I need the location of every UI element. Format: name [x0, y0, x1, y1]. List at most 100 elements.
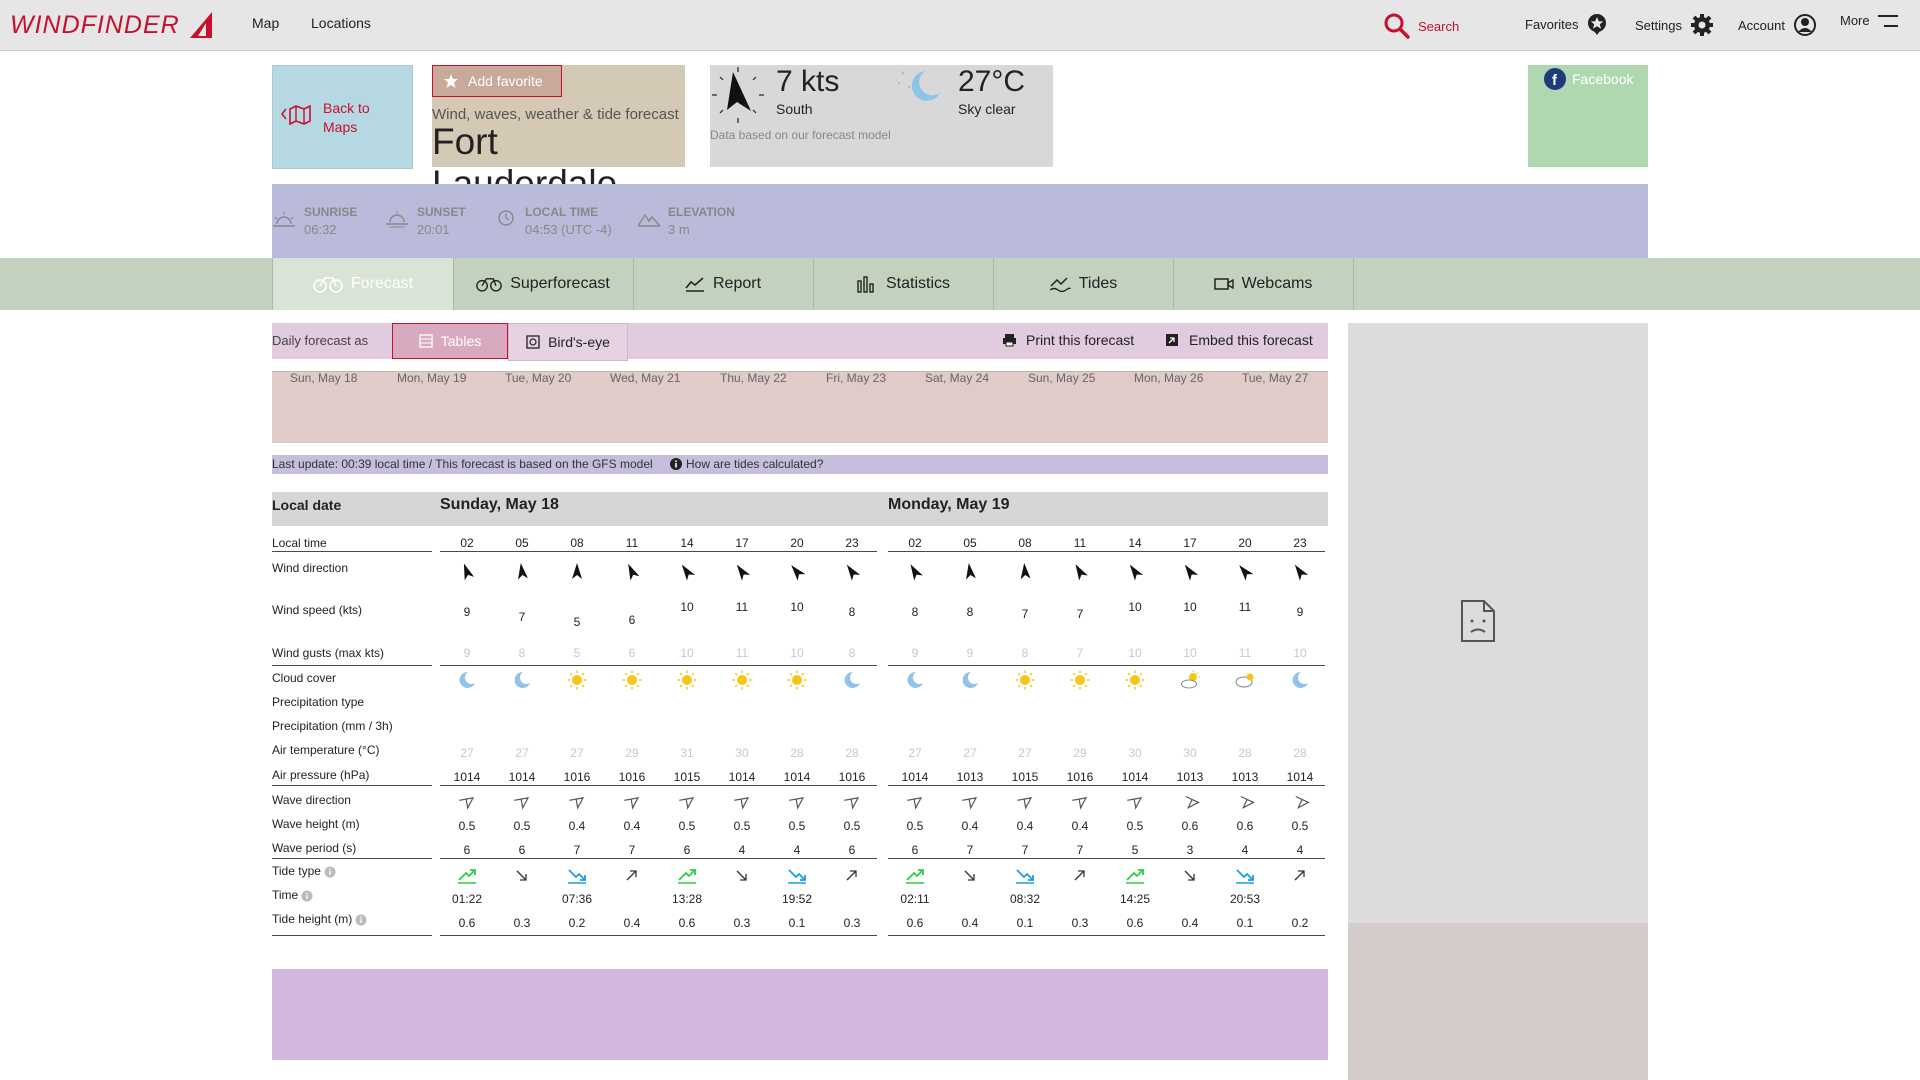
time-cell: 02 — [908, 536, 922, 550]
cloud-cover-sun-icon — [622, 670, 642, 690]
back-label-line1: Back to — [323, 100, 370, 116]
tide-low-icon — [568, 869, 586, 884]
wave-direction-icon — [679, 797, 695, 810]
settings-button[interactable]: Settings — [1635, 13, 1714, 37]
time-cell: 23 — [845, 536, 859, 550]
tables-view-button[interactable]: Tables — [392, 323, 508, 359]
sunset-value: 20:01 — [417, 222, 450, 237]
ad-sidebar — [1348, 323, 1648, 923]
tide-height-cell: 0.2 — [568, 916, 586, 930]
pressure-cell: 1015 — [673, 770, 701, 784]
facebook-button[interactable]: f Facebook — [1544, 68, 1633, 90]
info-icon[interactable] — [301, 890, 313, 902]
pressure-cell: 1014 — [901, 770, 929, 784]
wave-direction-icon — [1240, 795, 1255, 809]
tab-report[interactable]: Report — [633, 258, 814, 310]
tab-statistics[interactable]: Statistics — [813, 258, 994, 310]
cloud-cover-sun-icon — [677, 670, 697, 690]
favorites-button[interactable]: Favorites — [1525, 13, 1608, 35]
logo-text: WINDFINDER — [10, 10, 180, 39]
day-tab[interactable]: Tue, May 27 — [1242, 371, 1308, 385]
tide-height-cell: 0.6 — [906, 916, 924, 930]
air-temp-cell: 30 — [1183, 746, 1197, 760]
cloud-cover-sun-icon — [732, 670, 752, 690]
row-label-tide-height: Tide height (m) — [272, 912, 367, 926]
wave-direction-icon — [907, 797, 923, 810]
wave-height-cell: 0.5 — [458, 819, 476, 833]
air-temp-cell: 28 — [790, 746, 804, 760]
air-temp-cell: 27 — [963, 746, 977, 760]
day-tab[interactable]: Fri, May 23 — [826, 371, 886, 385]
tide-falling-icon — [736, 870, 747, 881]
nav-link-map[interactable]: Map — [252, 15, 279, 31]
time-cell: 08 — [1018, 536, 1032, 550]
day-tab[interactable]: Wed, May 21 — [610, 371, 680, 385]
ad-sidebar-bottom — [1348, 923, 1648, 1080]
wind-direction-arrow-icon — [1294, 564, 1309, 581]
table-divider — [272, 858, 432, 859]
wind-direction-arrow-icon — [910, 564, 923, 581]
wind-direction-arrow-icon — [736, 564, 751, 581]
cloud-cover-sun-icon — [1015, 670, 1035, 690]
wave-direction-icon — [459, 797, 475, 810]
wind-speed-cell: 9 — [463, 605, 471, 619]
info-icon[interactable] — [324, 866, 336, 878]
wave-period-cell: 6 — [683, 843, 691, 857]
top-navbar: WINDFINDER Map Locations Search Favorite… — [0, 0, 1920, 51]
table-divider — [272, 551, 432, 552]
tide-time-cell: 07:36 — [561, 892, 593, 906]
forecast-toolbar: Daily forecast as Tables Bird's-eye Prin… — [272, 323, 1328, 361]
info-icon[interactable] — [355, 914, 367, 926]
windfinder-logo[interactable]: WINDFINDER — [10, 9, 216, 41]
cloud-cover-cloud-sun-icon — [1235, 673, 1254, 688]
day-tab[interactable]: Sun, May 25 — [1028, 371, 1095, 385]
day-tab[interactable]: Thu, May 22 — [720, 371, 787, 385]
time-cell: 05 — [963, 536, 977, 550]
back-to-maps-button[interactable]: Back to Maps — [272, 65, 413, 169]
tide-high-icon — [906, 869, 924, 884]
embed-forecast-button[interactable]: Embed this forecast — [1165, 332, 1313, 348]
tab-forecast[interactable]: Forecast — [272, 258, 454, 310]
air-temp-cell: 27 — [908, 746, 922, 760]
day-tab[interactable]: Sun, May 18 — [290, 371, 357, 385]
day-tab[interactable]: Sat, May 24 — [925, 371, 989, 385]
tab-tides[interactable]: Tides — [993, 258, 1174, 310]
time-cell: 02 — [460, 536, 474, 550]
tides-info-link[interactable]: How are tides calculated? — [670, 457, 823, 471]
nav-link-locations[interactable]: Locations — [311, 15, 371, 31]
cloud-cover-moon-icon — [844, 671, 860, 688]
wind-gust-cell: 11 — [735, 646, 749, 660]
print-forecast-button[interactable]: Print this forecast — [1002, 332, 1134, 348]
facebook-label: Facebook — [1572, 71, 1634, 87]
table-divider — [888, 858, 1325, 859]
air-temp-cell: 29 — [625, 746, 639, 760]
pressure-cell: 1014 — [1121, 770, 1149, 784]
account-button[interactable]: Account — [1738, 13, 1817, 37]
account-label: Account — [1738, 17, 1785, 33]
tide-low-icon — [1236, 869, 1254, 884]
tab-superforecast[interactable]: Superforecast — [453, 258, 634, 310]
search-button[interactable]: Search — [1384, 13, 1459, 39]
print-label: Print this forecast — [1026, 332, 1135, 348]
wind-speed-cell: 8 — [911, 605, 919, 619]
day-tab[interactable]: Tue, May 20 — [505, 371, 571, 385]
tide-height-cell: 0.4 — [1181, 916, 1199, 930]
wave-height-cell: 0.5 — [906, 819, 924, 833]
air-temp-cell: 27 — [515, 746, 529, 760]
sunset-icon — [386, 211, 408, 228]
wave-height-cell: 0.5 — [1126, 819, 1144, 833]
wind-compass-icon — [712, 67, 764, 123]
add-favorite-button[interactable]: Add favorite — [432, 65, 562, 97]
birdseye-view-button[interactable]: Bird's-eye — [508, 323, 628, 361]
day-tab[interactable]: Mon, May 19 — [397, 371, 466, 385]
cloud-cover-moon-icon — [514, 671, 530, 688]
air-temp-cell: 28 — [1238, 746, 1252, 760]
cloud-cover-sun-icon — [1125, 670, 1145, 690]
tab-superforecast-label: Superforecast — [510, 275, 610, 292]
day-tab[interactable]: Mon, May 26 — [1134, 371, 1203, 385]
tide-height-cell: 0.6 — [1126, 916, 1144, 930]
tables-label: Tables — [440, 333, 482, 349]
tab-webcams[interactable]: Webcams — [1173, 258, 1354, 310]
more-button[interactable]: More — [1840, 13, 1898, 28]
air-temp-cell: 27 — [460, 746, 474, 760]
